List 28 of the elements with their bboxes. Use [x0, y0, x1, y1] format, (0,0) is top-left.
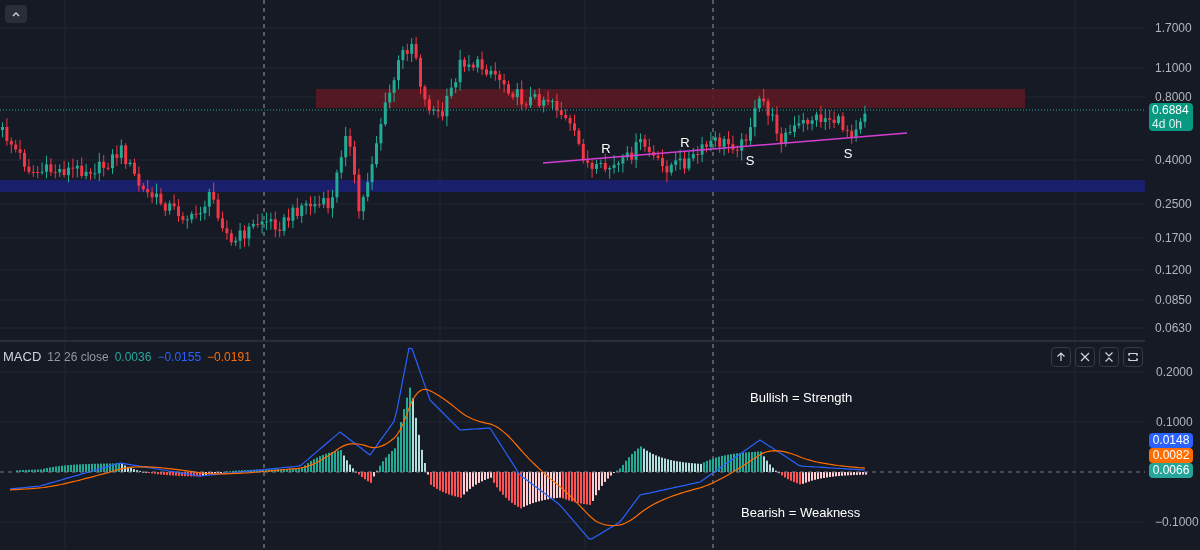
axis-label: 0.1000 [1156, 415, 1193, 429]
chart-note: Bearish = Weakness [741, 505, 861, 521]
axis-label: 0.2500 [1155, 197, 1192, 211]
axis-label: 0.8000 [1155, 90, 1192, 104]
axis-label: 0.1200 [1155, 263, 1192, 277]
axis-label: 0.0630 [1155, 321, 1192, 335]
pattern-label: S [745, 154, 755, 168]
axis-label: 1.7000 [1155, 21, 1192, 35]
pattern-label: S [843, 147, 853, 161]
value-tag: 0.0082 [1149, 448, 1193, 463]
axis-label: 0.0850 [1155, 293, 1192, 307]
countdown-label: 4d 0h [1152, 117, 1183, 131]
value-tag: 0.0066 [1149, 463, 1193, 478]
indicator-value: −0.0155 [157, 349, 202, 365]
pattern-label: R [601, 142, 611, 156]
price-label: 0.6884 [1152, 103, 1189, 117]
indicator-value: 0.0036 [114, 349, 152, 365]
axis-label: 0.1700 [1155, 231, 1192, 245]
axis-label: 1.1000 [1155, 61, 1192, 75]
axis-label: 0.4000 [1155, 153, 1192, 167]
indicator-value: −0.0191 [207, 349, 251, 365]
value-tag: 0.0148 [1149, 433, 1193, 448]
indicator-params: 12 26 close [47, 349, 109, 365]
axis-label: 0.2000 [1156, 365, 1193, 379]
chart-note: Bullish = Strength [750, 390, 853, 406]
pattern-label: R [680, 136, 690, 150]
indicator-title: MACD [3, 349, 42, 365]
axis-label: −0.1000 [1155, 515, 1199, 529]
